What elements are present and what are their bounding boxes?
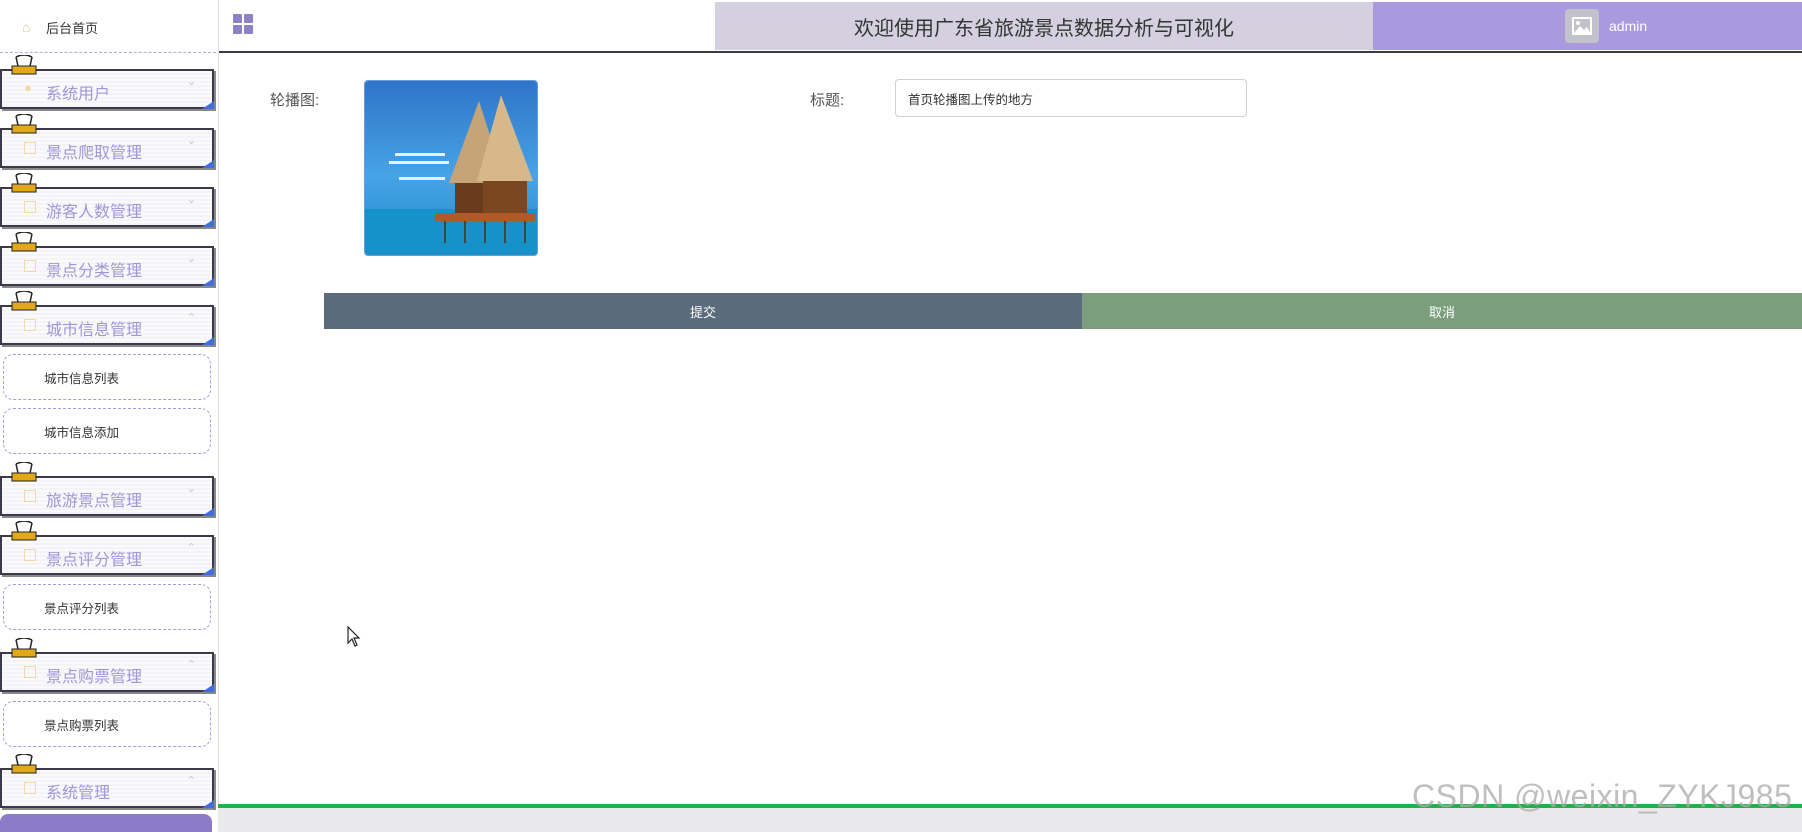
user-icon: ● bbox=[24, 80, 32, 95]
corner-fold bbox=[202, 101, 214, 109]
sidebar-group-label: 景点购票管理 bbox=[46, 669, 143, 686]
title-field[interactable] bbox=[895, 79, 1247, 117]
header-title-box: 欢迎使用广东省旅游景点数据分析与可视化 bbox=[715, 2, 1373, 50]
chevron-up-icon: ⌃ bbox=[186, 659, 196, 671]
avatar[interactable] bbox=[1565, 9, 1599, 43]
binder-clip-icon bbox=[11, 55, 37, 75]
submit-button[interactable]: 提交 bbox=[324, 293, 1082, 329]
sidebar-group-ticket[interactable]: 景点购票管理 ⌃ bbox=[0, 638, 214, 692]
binder-clip-icon bbox=[11, 232, 37, 252]
sidebar-item-city-info-add[interactable]: 城市信息添加 bbox=[3, 408, 211, 454]
sidebar-group-label: 景点分类管理 bbox=[46, 263, 143, 280]
sidebar-group-label: 系统管理 bbox=[46, 785, 111, 802]
document-icon bbox=[24, 201, 36, 213]
sidebar-group-scenic-crawl[interactable]: 景点爬取管理 ⌄ bbox=[0, 114, 214, 168]
chevron-down-icon: ⌄ bbox=[186, 194, 196, 206]
sidebar-group-system-management[interactable]: 系统管理 ⌃ bbox=[0, 754, 214, 808]
watermark: CSDN @weixin_ZYKJ985 bbox=[1412, 778, 1793, 814]
document-icon bbox=[24, 490, 36, 502]
title-field-label: 标题: bbox=[810, 92, 845, 109]
home-icon: ⌂ bbox=[22, 19, 31, 35]
sidebar-active-item-edge bbox=[0, 814, 212, 832]
sidebar-item-label: 城市信息添加 bbox=[44, 425, 120, 440]
cancel-button[interactable]: 取消 bbox=[1082, 293, 1802, 329]
binder-clip-icon bbox=[11, 114, 37, 134]
sidebar-item-label: 景点购票列表 bbox=[44, 718, 120, 733]
sidebar-item-ticket-list[interactable]: 景点购票列表 bbox=[3, 701, 211, 747]
corner-fold bbox=[202, 278, 214, 286]
sidebar-group-label: 景点评分管理 bbox=[46, 552, 143, 569]
sidebar-group-label: 游客人数管理 bbox=[46, 204, 143, 221]
sidebar: ⌂ 后台首页 ● 系统用户 ⌄ 景点爬取管理 ⌄ 游客人数管理 ⌄ 景点分类管理… bbox=[0, 0, 219, 832]
sidebar-group-system-users[interactable]: ● 系统用户 ⌄ bbox=[0, 55, 214, 109]
image-placeholder-icon bbox=[1572, 17, 1592, 35]
sidebar-item-scenic-rating-list[interactable]: 景点评分列表 bbox=[3, 584, 211, 630]
sidebar-group-scenic-rating[interactable]: 景点评分管理 ⌃ bbox=[0, 521, 214, 575]
sidebar-group-scenic-spots[interactable]: 旅游景点管理 ⌄ bbox=[0, 462, 214, 516]
grid-menu-icon[interactable] bbox=[233, 14, 253, 34]
sidebar-group-visitor-count[interactable]: 游客人数管理 ⌄ bbox=[0, 173, 214, 227]
carousel-image-label: 轮播图: bbox=[270, 92, 320, 109]
chevron-down-icon: ⌄ bbox=[186, 76, 196, 88]
sidebar-group-label: 景点爬取管理 bbox=[46, 145, 143, 162]
document-icon bbox=[24, 666, 36, 678]
user-area[interactable]: admin bbox=[1373, 2, 1802, 50]
top-header: 欢迎使用广东省旅游景点数据分析与可视化 admin bbox=[219, 2, 1802, 53]
corner-fold bbox=[202, 219, 214, 227]
chevron-down-icon: ⌄ bbox=[186, 483, 196, 495]
binder-clip-icon bbox=[11, 173, 37, 193]
username: admin bbox=[1609, 18, 1648, 34]
document-icon bbox=[24, 142, 36, 154]
sidebar-group-label: 城市信息管理 bbox=[46, 322, 143, 339]
mouse-cursor-icon bbox=[347, 626, 361, 647]
document-icon bbox=[24, 549, 36, 561]
sidebar-item-label: 景点评分列表 bbox=[44, 601, 120, 616]
sidebar-group-label: 系统用户 bbox=[46, 86, 111, 103]
binder-clip-icon bbox=[11, 754, 37, 774]
chevron-up-icon: ⌃ bbox=[186, 542, 196, 554]
chevron-down-icon: ⌄ bbox=[186, 135, 196, 147]
image-icon bbox=[24, 782, 36, 794]
corner-fold bbox=[202, 508, 214, 516]
document-icon bbox=[24, 260, 36, 272]
corner-fold bbox=[202, 567, 214, 575]
sidebar-item-label: 城市信息列表 bbox=[44, 371, 120, 386]
sidebar-item-city-info-list[interactable]: 城市信息列表 bbox=[3, 354, 211, 400]
carousel-image-preview bbox=[365, 81, 537, 255]
binder-clip-icon bbox=[11, 462, 37, 482]
page-title: 欢迎使用广东省旅游景点数据分析与可视化 bbox=[854, 17, 1234, 40]
document-icon bbox=[24, 319, 36, 331]
chevron-up-icon: ⌃ bbox=[186, 775, 196, 787]
sidebar-home[interactable]: ⌂ 后台首页 bbox=[0, 2, 216, 53]
binder-clip-icon bbox=[11, 638, 37, 658]
corner-fold bbox=[202, 337, 214, 345]
corner-fold bbox=[202, 800, 214, 808]
sidebar-group-label: 旅游景点管理 bbox=[46, 493, 143, 510]
sidebar-group-scenic-category[interactable]: 景点分类管理 ⌄ bbox=[0, 232, 214, 286]
corner-fold bbox=[202, 160, 214, 168]
chevron-up-icon: ⌃ bbox=[186, 312, 196, 324]
sidebar-home-label: 后台首页 bbox=[46, 20, 99, 36]
binder-clip-icon bbox=[11, 521, 37, 541]
carousel-image-upload[interactable] bbox=[364, 80, 538, 256]
binder-clip-icon bbox=[11, 291, 37, 311]
sidebar-group-city-info[interactable]: 城市信息管理 ⌃ bbox=[0, 291, 214, 345]
corner-fold bbox=[202, 684, 214, 692]
chevron-down-icon: ⌄ bbox=[186, 253, 196, 265]
